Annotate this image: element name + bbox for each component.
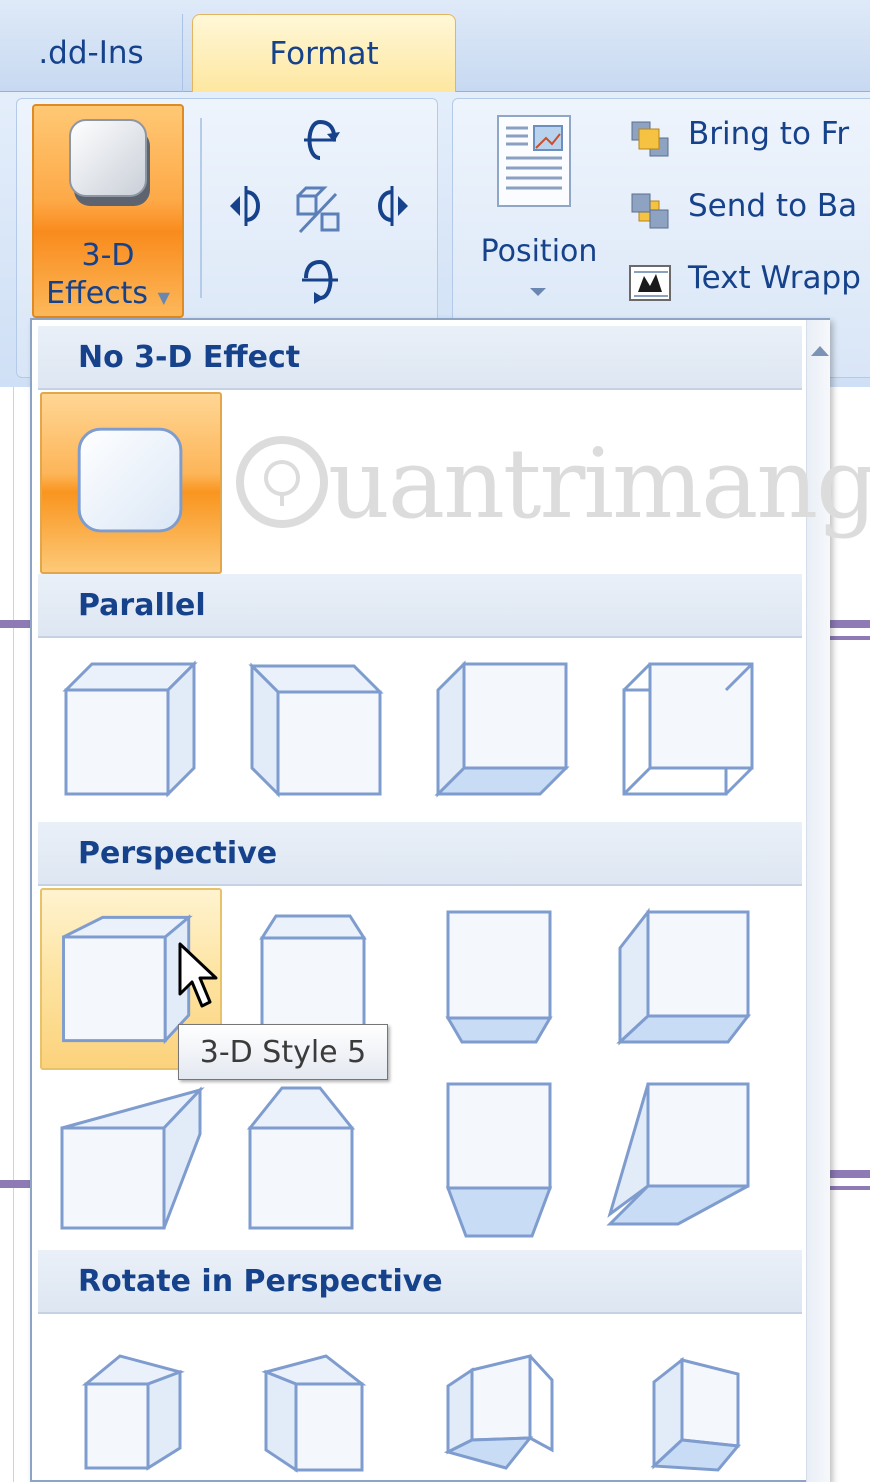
tooltip-3d-style-5: 3-D Style 5 [178, 1024, 388, 1080]
document-rule [830, 1170, 870, 1178]
cube-parallel-1-icon [62, 660, 198, 798]
tab-add-ins[interactable]: .dd-Ins [0, 14, 182, 92]
watermark-logo [236, 436, 328, 528]
tilt-right-icon[interactable] [366, 180, 418, 232]
section-perspective: Perspective [38, 822, 802, 886]
document-rule [830, 620, 870, 628]
cube-perspective-7-icon [445, 1082, 553, 1238]
cube-rotate-1-icon [81, 1354, 185, 1471]
3d-effects-label-line1: 3-D [81, 238, 135, 273]
3d-effects-label-line2: Effects ▼ [46, 276, 170, 311]
position-label: Position [480, 234, 598, 269]
watermark-text: uantrimang [328, 428, 870, 540]
chevron-down-icon: ▼ [157, 288, 170, 307]
gallery-item-no-3d-effect[interactable] [40, 392, 222, 574]
text-wrapping-button[interactable]: Text Wrapp [624, 254, 870, 310]
document-rule [830, 1186, 870, 1190]
tilt-down-icon[interactable] [294, 254, 346, 306]
cube-perspective-4-icon [616, 907, 752, 1046]
3d-toggle-icon[interactable] [292, 184, 344, 236]
mouse-cursor-icon [178, 942, 218, 1008]
cube-perspective-6-icon [246, 1086, 356, 1230]
cube-perspective-3-icon [445, 910, 553, 1044]
cube-perspective-5-icon [60, 1086, 205, 1230]
chevron-down-icon [530, 288, 546, 296]
bring-to-front-icon [631, 121, 669, 157]
3d-effects-gallery: No 3-D Effect uantrimang Parallel Perspe… [30, 318, 870, 1482]
cube-parallel-4-icon [622, 662, 754, 796]
gallery-item-parallel-3[interactable] [412, 640, 594, 822]
scroll-up-arrow-icon[interactable] [811, 346, 829, 356]
gallery-item-perspective-5[interactable] [40, 1074, 222, 1256]
ribbon-separator [200, 118, 202, 298]
gallery-item-rotate-3[interactable] [412, 1320, 594, 1482]
document-page-edge [0, 387, 14, 1482]
gallery-item-perspective-3[interactable] [412, 888, 594, 1070]
tab-separator [182, 14, 183, 92]
position-button[interactable]: Position [466, 108, 612, 308]
3d-effects-button[interactable]: 3-D Effects ▼ [32, 104, 184, 318]
section-parallel: Parallel [38, 574, 802, 638]
tilt-up-icon[interactable] [294, 114, 346, 166]
ribbon-tab-strip: .dd-Ins Format [0, 0, 870, 92]
cube-rotate-2-icon [261, 1354, 367, 1473]
gallery-item-rotate-4[interactable] [598, 1320, 780, 1482]
cube-parallel-2-icon [248, 662, 384, 798]
send-to-back-button[interactable]: Send to Ba [624, 182, 870, 238]
flat-square-icon [77, 427, 183, 533]
3d-cube-icon [69, 119, 150, 206]
bring-to-front-button[interactable]: Bring to Fr [624, 110, 870, 166]
document-rule [0, 620, 30, 628]
gallery-item-parallel-1[interactable] [40, 640, 222, 822]
cube-perspective-8-icon [606, 1082, 750, 1226]
cube-parallel-3-icon [434, 660, 570, 798]
gallery-item-parallel-2[interactable] [226, 640, 408, 822]
document-rule [830, 636, 870, 640]
text-wrapping-label: Text Wrapp [688, 260, 861, 296]
document-rule [0, 1180, 30, 1188]
bring-to-front-label: Bring to Fr [688, 116, 850, 152]
section-rotate-in-perspective: Rotate in Perspective [38, 1250, 802, 1314]
cube-rotate-4-icon [650, 1356, 741, 1472]
tilt-left-icon[interactable] [220, 180, 272, 232]
send-to-back-label: Send to Ba [688, 188, 858, 224]
gallery-item-perspective-6[interactable] [226, 1074, 408, 1256]
section-no-3d-effect: No 3-D Effect [38, 326, 802, 390]
send-to-back-icon [631, 193, 669, 229]
tab-format[interactable]: Format [192, 14, 456, 92]
cube-rotate-3-icon [443, 1354, 554, 1470]
gallery-item-perspective-7[interactable] [412, 1074, 594, 1256]
gallery-item-perspective-4[interactable] [598, 888, 780, 1070]
text-wrapping-icon [629, 265, 671, 301]
position-page-icon [497, 115, 571, 207]
gallery-item-rotate-2[interactable] [226, 1320, 408, 1482]
gallery-item-parallel-4[interactable] [598, 640, 780, 822]
gallery-item-rotate-1[interactable] [40, 1320, 222, 1482]
gallery-item-perspective-8[interactable] [598, 1074, 780, 1256]
